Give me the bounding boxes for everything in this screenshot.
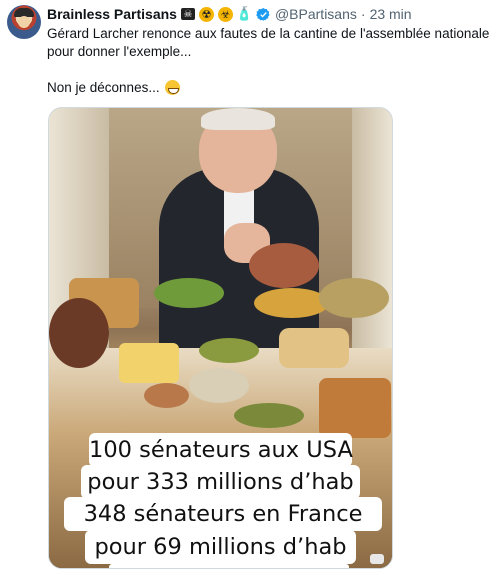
food-grapes xyxy=(154,278,224,308)
caption-line-2: pour 333 millions d’hab xyxy=(81,465,360,499)
man-hair xyxy=(201,108,275,130)
tweet-header: Brainless Partisans ☠ ☢ ☣ 🧴 @BPartisans … xyxy=(47,5,412,23)
caption-partial-line xyxy=(109,560,349,568)
avatar-face xyxy=(18,16,30,28)
tweet-text: Gérard Larcher renonce aux fautes de la … xyxy=(47,25,499,97)
bottle-icon: 🧴 xyxy=(236,6,253,21)
radioactive-icon: ☢ xyxy=(198,6,214,22)
food-crackers xyxy=(189,368,249,403)
food-fruit xyxy=(319,278,389,318)
pirate-flag-icon: ☠ xyxy=(180,8,195,20)
tweet-line-3-text: Non je déconnes... xyxy=(47,80,160,95)
food-sausages xyxy=(319,378,391,438)
food-ham xyxy=(249,243,319,288)
food-cheese xyxy=(119,343,179,383)
caption-line-1: 100 sénateurs aux USA xyxy=(89,433,353,467)
timestamp[interactable]: 23 min xyxy=(370,6,412,22)
separator-dot: · xyxy=(360,6,366,22)
tweet-media-video[interactable]: 100 sénateurs aux USA pour 333 millions … xyxy=(48,107,393,569)
handle[interactable]: @BPartisans xyxy=(275,6,357,22)
caption-line-3: 348 sénateurs en France xyxy=(64,497,382,531)
media-control-button[interactable] xyxy=(370,554,384,564)
food-salad xyxy=(199,338,259,363)
food-dish xyxy=(254,288,329,318)
tweet-line-3: Non je déconnes... xyxy=(47,79,499,97)
display-name[interactable]: Brainless Partisans xyxy=(47,6,177,22)
verified-badge-icon xyxy=(256,7,270,21)
food-pastry xyxy=(279,328,349,368)
food-meat xyxy=(144,383,189,408)
grinning-face-icon xyxy=(165,80,181,95)
food-roast xyxy=(49,298,109,368)
food-olives xyxy=(234,403,304,428)
caption-line-4: pour 69 millions d’hab xyxy=(85,530,356,564)
tweet-line-2: pour donner l'exemple... xyxy=(47,44,192,59)
biohazard-icon: ☣ xyxy=(217,6,233,22)
avatar[interactable] xyxy=(7,5,41,39)
tweet-line-1: Gérard Larcher renonce aux fautes de la … xyxy=(47,26,490,41)
